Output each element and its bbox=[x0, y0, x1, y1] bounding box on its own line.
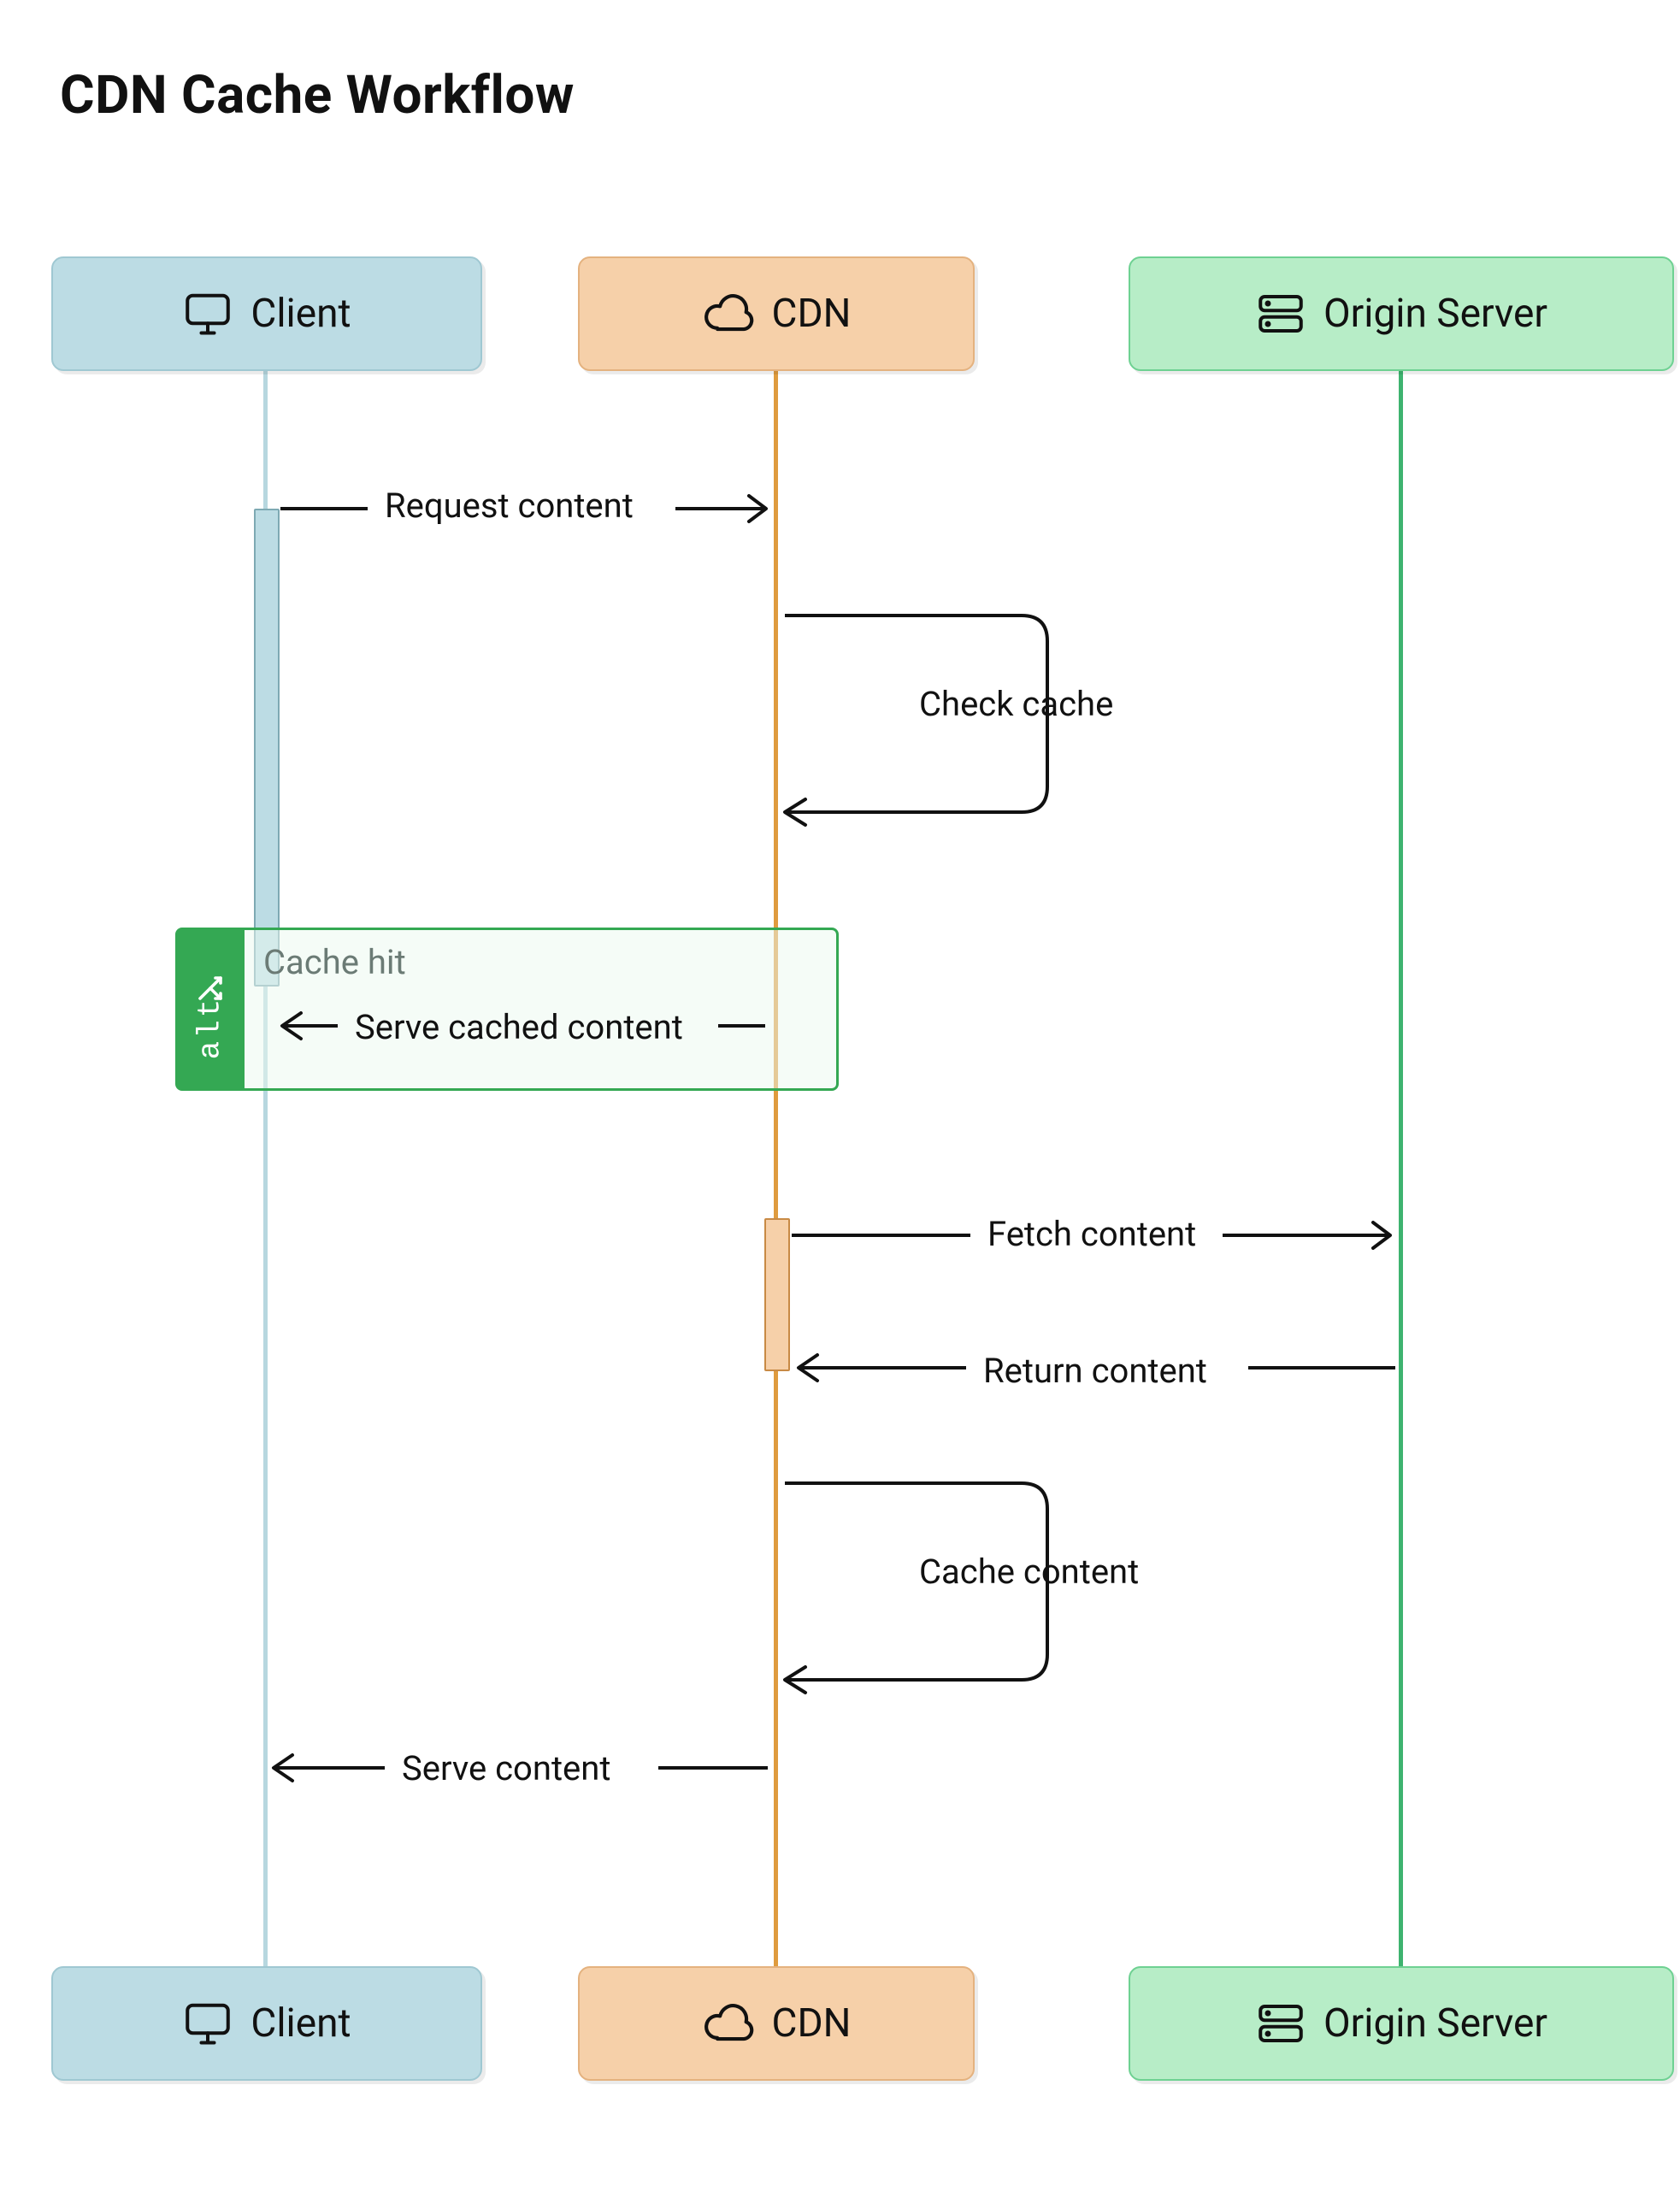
monitor-icon bbox=[182, 288, 233, 339]
activation-cdn bbox=[764, 1218, 790, 1371]
msg-fetch-content: Fetch content bbox=[987, 1214, 1196, 1254]
server-icon bbox=[1255, 292, 1306, 336]
lifeline-cdn bbox=[774, 368, 778, 1966]
participant-cdn-top: CDN bbox=[578, 256, 975, 371]
participant-origin-label: Origin Server bbox=[1323, 291, 1547, 337]
participant-client-bottom: Client bbox=[51, 1966, 482, 2081]
participant-client-label: Client bbox=[251, 291, 351, 337]
participant-cdn-bottom: CDN bbox=[578, 1966, 975, 2081]
msg-serve-cached: Serve cached content bbox=[355, 1007, 683, 1047]
diagram-title: CDN Cache Workflow bbox=[60, 64, 575, 127]
cloud-icon bbox=[702, 293, 755, 334]
cloud-icon bbox=[702, 2003, 755, 2044]
diagram-canvas: CDN Cache Workflow Client CDN Origin Ser… bbox=[0, 0, 1680, 2203]
alt-guard: Cache hit bbox=[263, 942, 406, 982]
msg-cache-content: Cache content bbox=[919, 1552, 1139, 1592]
alt-tab: alt bbox=[176, 928, 245, 1089]
participant-origin-label: Origin Server bbox=[1323, 2000, 1547, 2047]
participant-cdn-label: CDN bbox=[772, 2000, 852, 2047]
msg-check-cache: Check cache bbox=[919, 684, 1113, 724]
msg-serve-content: Serve content bbox=[402, 1748, 610, 1788]
participant-cdn-label: CDN bbox=[772, 291, 852, 337]
monitor-icon bbox=[182, 1998, 233, 2049]
participant-origin-top: Origin Server bbox=[1129, 256, 1674, 371]
msg-return-content: Return content bbox=[983, 1351, 1207, 1391]
participant-origin-bottom: Origin Server bbox=[1129, 1966, 1674, 2081]
server-icon bbox=[1255, 2001, 1306, 2046]
participant-client-label: Client bbox=[251, 2000, 351, 2047]
participant-client-top: Client bbox=[51, 256, 482, 371]
msg-request-content: Request content bbox=[385, 486, 634, 526]
activation-client bbox=[254, 509, 280, 987]
lifeline-origin bbox=[1399, 368, 1403, 1966]
alt-label: alt bbox=[193, 996, 228, 1059]
